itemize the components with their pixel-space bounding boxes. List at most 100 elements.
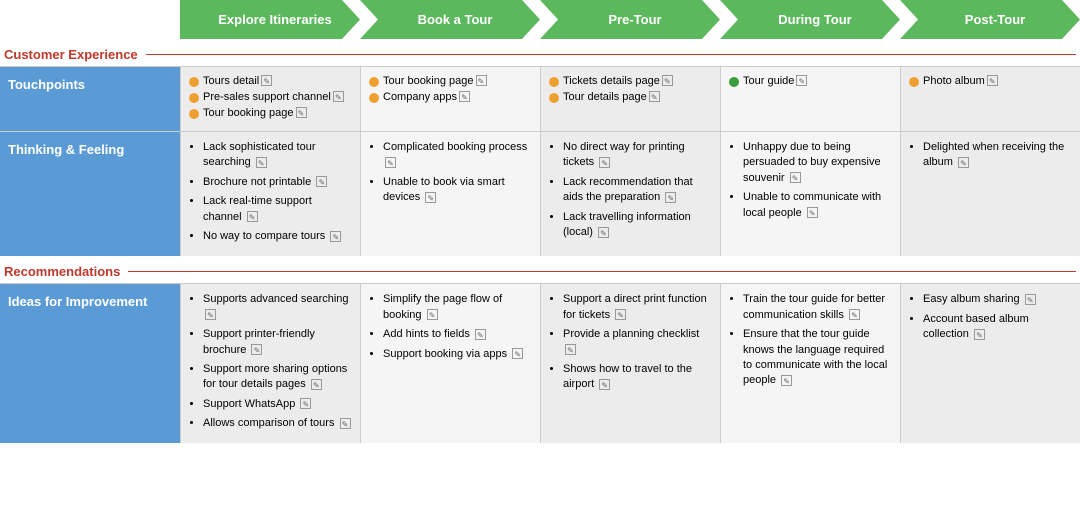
list-item: Ensure that the tour guide knows the lan… xyxy=(743,327,892,389)
bullet-list: Lack sophisticated tour searching ✎ Broch… xyxy=(189,140,352,244)
edit-icon[interactable]: ✎ xyxy=(790,172,801,183)
cell: Train the tour guide for better communic… xyxy=(720,284,900,443)
edit-icon[interactable]: ✎ xyxy=(475,329,486,340)
touchpoint-item: Tours detail ✎ xyxy=(189,75,352,87)
edit-icon[interactable]: ✎ xyxy=(796,75,807,86)
list-item: Brochure not printable ✎ xyxy=(203,175,352,190)
touchpoint-item: Tour booking page ✎ xyxy=(369,75,532,87)
edit-icon[interactable]: ✎ xyxy=(598,227,609,238)
touchpoint-item: Company apps ✎ xyxy=(369,91,532,103)
list-item: Unable to book via smart devices ✎ xyxy=(383,175,532,206)
list-item: Add hints to fields ✎ xyxy=(383,327,532,342)
edit-icon[interactable]: ✎ xyxy=(987,75,998,86)
orange-dot xyxy=(369,77,379,87)
list-item: Lack sophisticated tour searching ✎ xyxy=(203,140,352,171)
list-item: Complicated booking process ✎ xyxy=(383,140,532,171)
touchpoints-row: TouchpointsTours detail ✎Pre-sales suppo… xyxy=(0,66,1080,131)
edit-icon[interactable]: ✎ xyxy=(476,75,487,86)
edit-icon[interactable]: ✎ xyxy=(974,329,985,340)
cell: Simplify the page flow of booking ✎ Add h… xyxy=(360,284,540,443)
edit-icon[interactable]: ✎ xyxy=(459,91,470,102)
bullet-list: Delighted when receiving the album ✎ xyxy=(909,140,1072,171)
touchpoint-item: Tour details page ✎ xyxy=(549,91,712,103)
list-item: Easy album sharing ✎ xyxy=(923,292,1072,307)
touchpoint-item: Tickets details page ✎ xyxy=(549,75,712,87)
list-item: Lack recommendation that aids the prepar… xyxy=(563,175,712,206)
list-item: Support booking via apps ✎ xyxy=(383,347,532,362)
touchpoint-item: Pre-sales support channel ✎ xyxy=(189,91,352,103)
touchpoint-item: Photo album ✎ xyxy=(909,75,1072,87)
cell: Delighted when receiving the album ✎ xyxy=(900,132,1080,256)
cell: No direct way for printing tickets ✎ Lack… xyxy=(540,132,720,256)
edit-icon[interactable]: ✎ xyxy=(958,157,969,168)
orange-dot xyxy=(549,93,559,103)
list-item: Delighted when receiving the album ✎ xyxy=(923,140,1072,171)
edit-icon[interactable]: ✎ xyxy=(615,309,626,320)
list-item: No direct way for printing tickets ✎ xyxy=(563,140,712,171)
bullet-list: Complicated booking process ✎ Unable to b… xyxy=(369,140,532,206)
orange-dot xyxy=(549,77,559,87)
edit-icon[interactable]: ✎ xyxy=(333,91,344,102)
orange-dot xyxy=(369,93,379,103)
orange-dot xyxy=(189,93,199,103)
cell: Complicated booking process ✎ Unable to b… xyxy=(360,132,540,256)
bullet-list: Support a direct print function for tick… xyxy=(549,292,712,392)
edit-icon[interactable]: ✎ xyxy=(649,91,660,102)
edit-icon[interactable]: ✎ xyxy=(251,344,262,355)
cell: Tickets details page ✎ Tour details page … xyxy=(540,67,720,131)
touchpoint-item: Tour guide ✎ xyxy=(729,75,892,87)
phase-arrow-4: Post-Tour xyxy=(900,0,1080,39)
phase-arrow-3: During Tour xyxy=(720,0,900,39)
edit-icon[interactable]: ✎ xyxy=(599,157,610,168)
edit-icon[interactable]: ✎ xyxy=(425,192,436,203)
list-item: Supports advanced searching ✎ xyxy=(203,292,352,323)
edit-icon[interactable]: ✎ xyxy=(330,231,341,242)
cell: Tours detail ✎ Pre-sales support channel … xyxy=(180,67,360,131)
edit-icon[interactable]: ✎ xyxy=(1025,294,1036,305)
customer-experience-label: Customer Experience xyxy=(0,39,1080,66)
edit-icon[interactable]: ✎ xyxy=(665,192,676,203)
cell: Photo album ✎ xyxy=(900,67,1080,131)
edit-icon[interactable]: ✎ xyxy=(512,348,523,359)
edit-icon[interactable]: ✎ xyxy=(599,379,610,390)
edit-icon[interactable]: ✎ xyxy=(311,379,322,390)
ideas-row: Ideas for ImprovementSupports advanced s… xyxy=(0,283,1080,443)
edit-icon[interactable]: ✎ xyxy=(300,398,311,409)
row-header-thinking-feeling: Thinking & Feeling xyxy=(0,132,180,256)
edit-icon[interactable]: ✎ xyxy=(565,344,576,355)
edit-icon[interactable]: ✎ xyxy=(427,309,438,320)
list-item: Account based album collection ✎ xyxy=(923,312,1072,343)
edit-icon[interactable]: ✎ xyxy=(316,176,327,187)
edit-icon[interactable]: ✎ xyxy=(256,157,267,168)
edit-icon[interactable]: ✎ xyxy=(340,418,351,429)
cell: Supports advanced searching ✎ Support pri… xyxy=(180,284,360,443)
cell: Tour guide ✎ xyxy=(720,67,900,131)
list-item: Support a direct print function for tick… xyxy=(563,292,712,323)
edit-icon[interactable]: ✎ xyxy=(205,309,216,320)
phase-arrow-2: Pre-Tour xyxy=(540,0,720,39)
cell: Unhappy due to being persuaded to buy ex… xyxy=(720,132,900,256)
edit-icon[interactable]: ✎ xyxy=(261,75,272,86)
list-item: No way to compare tours ✎ xyxy=(203,229,352,244)
row-header-ideas: Ideas for Improvement xyxy=(0,284,180,443)
edit-icon[interactable]: ✎ xyxy=(247,211,258,222)
list-item: Lack travelling information (local) ✎ xyxy=(563,210,712,241)
orange-dot xyxy=(189,77,199,87)
list-item: Shows how to travel to the airport ✎ xyxy=(563,362,712,393)
bullet-list: Simplify the page flow of booking ✎ Add h… xyxy=(369,292,532,362)
edit-icon[interactable]: ✎ xyxy=(781,375,792,386)
edit-icon[interactable]: ✎ xyxy=(849,309,860,320)
list-item: Support more sharing options for tour de… xyxy=(203,362,352,393)
edit-icon[interactable]: ✎ xyxy=(385,157,396,168)
list-item: Provide a planning checklist ✎ xyxy=(563,327,712,358)
edit-icon[interactable]: ✎ xyxy=(296,107,307,118)
bullet-list: No direct way for printing tickets ✎ Lack… xyxy=(549,140,712,240)
thinking-feeling-row: Thinking & FeelingLack sophisticated tou… xyxy=(0,131,1080,256)
list-item: Support printer-friendly brochure ✎ xyxy=(203,327,352,358)
orange-dot xyxy=(909,77,919,87)
edit-icon[interactable]: ✎ xyxy=(807,207,818,218)
orange-dot xyxy=(189,109,199,119)
edit-icon[interactable]: ✎ xyxy=(662,75,673,86)
list-item: Simplify the page flow of booking ✎ xyxy=(383,292,532,323)
cell: Easy album sharing ✎ Account based album … xyxy=(900,284,1080,443)
